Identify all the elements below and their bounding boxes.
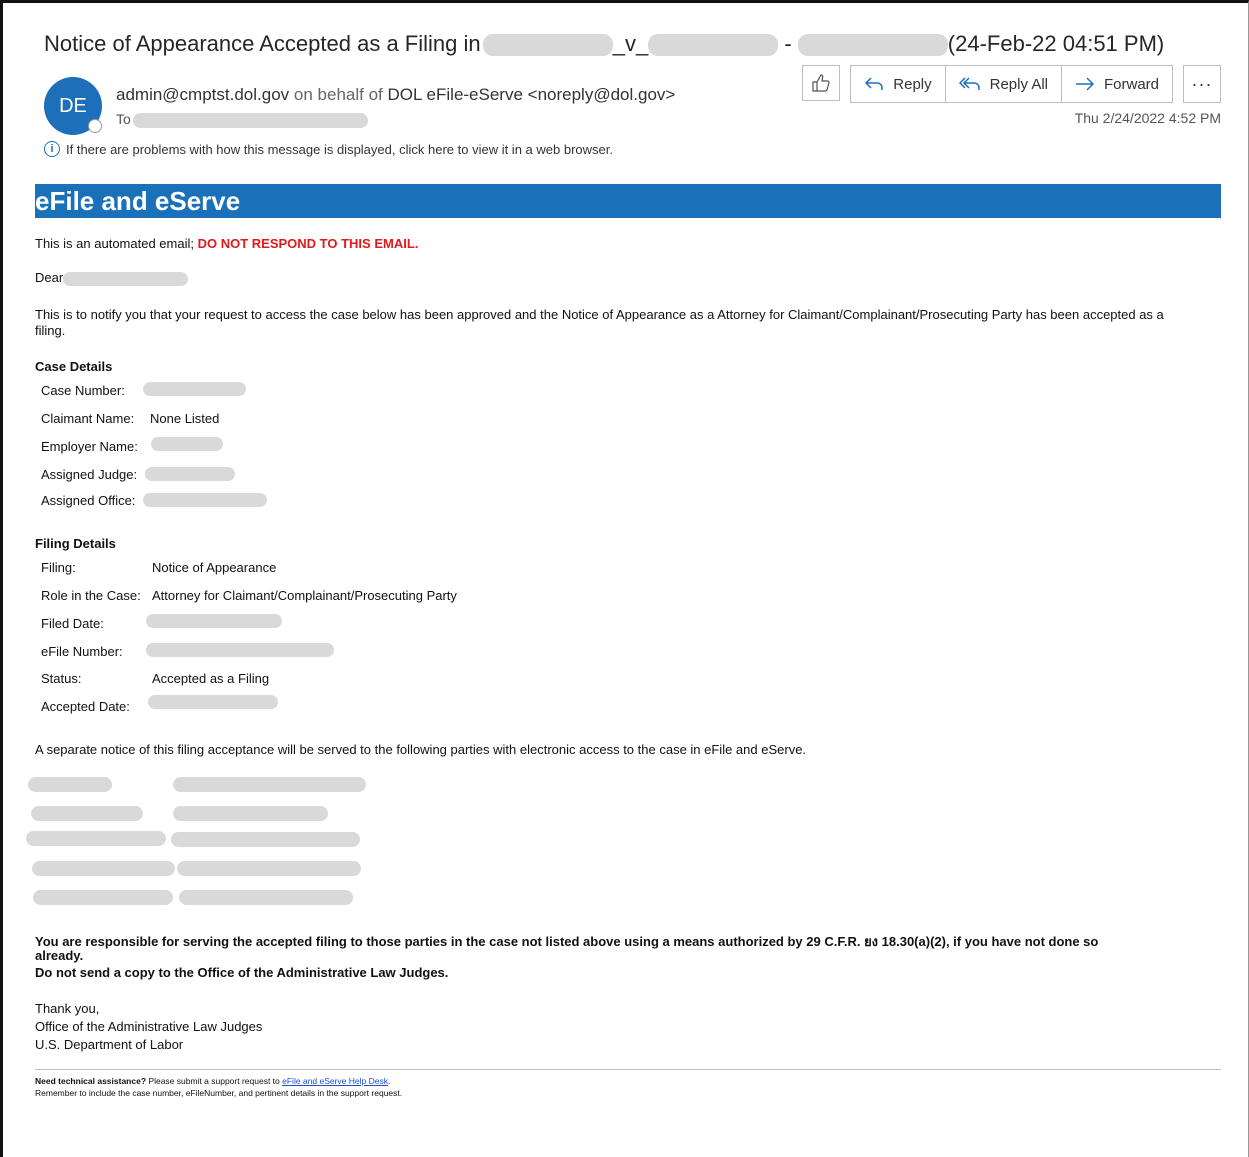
redacted-recipient-name — [63, 271, 189, 286]
redacted-case-number-value — [143, 382, 246, 396]
filed-date-label: Filed Date: — [41, 616, 104, 631]
redacted-recipient[interactable] — [132, 112, 368, 128]
redacted-accepted-date — [148, 695, 278, 709]
like-button[interactable] — [802, 65, 841, 101]
forward-arrow-icon — [1075, 77, 1095, 91]
forward-button[interactable]: Forward — [1062, 66, 1172, 102]
thumbs-up-icon — [812, 74, 830, 92]
to-label: To — [116, 111, 131, 127]
redacted-filed-date — [146, 614, 282, 628]
subject-mid2: - — [784, 31, 792, 56]
status-value: Accepted as a Filing — [152, 671, 270, 686]
redacted-party-name — [33, 890, 173, 905]
reply-all-button[interactable]: Reply All — [946, 66, 1062, 102]
office-name: Office of the Administrative Law Judges — [35, 1019, 263, 1034]
display-problem-notice[interactable]: i If there are problems with how this me… — [44, 141, 613, 157]
tech-assistance-line: Need technical assistance? Please submit… — [35, 1076, 390, 1086]
notify-line-1: This is to notify you that your request … — [35, 307, 1164, 322]
reply-button[interactable]: Reply — [851, 66, 946, 102]
case-number-label: Case Number: — [41, 383, 125, 398]
automated-text: This is an automated email; — [35, 236, 194, 251]
reply-all-label: Reply All — [989, 75, 1048, 93]
filing-details-heading: Filing Details — [35, 536, 116, 551]
redacted-party-email — [171, 832, 360, 847]
more-icon: ··· — [1191, 73, 1213, 94]
role-label: Role in the Case: — [41, 588, 141, 603]
submit-text: Please submit a support request to — [148, 1076, 280, 1086]
received-date: Thu 2/24/2022 4:52 PM — [1074, 110, 1221, 126]
redacted-efile-number — [146, 643, 334, 657]
footer-divider — [35, 1069, 1221, 1070]
efile-banner: eFile and eServe — [35, 184, 1221, 218]
reply-all-arrow-icon — [958, 77, 980, 90]
redacted-assigned-office — [143, 493, 267, 507]
claimant-name-label: Claimant Name: — [41, 411, 135, 426]
department-name: U.S. Department of Labor — [35, 1037, 184, 1052]
info-text: If there are problems with how this mess… — [66, 141, 613, 157]
info-icon: i — [44, 141, 60, 157]
redacted-party-name — [28, 777, 112, 792]
automated-notice: This is an automated email; DO NOT RESPO… — [35, 236, 418, 251]
redacted-case-number — [797, 34, 948, 57]
case-details-heading: Case Details — [35, 359, 113, 374]
reply-arrow-icon — [865, 77, 884, 90]
redacted-employer-name — [151, 437, 223, 451]
efile-number-label: eFile Number: — [41, 644, 123, 659]
reply-label: Reply — [893, 75, 932, 93]
filing-label: Filing: — [41, 560, 76, 575]
reply-button-group: Reply Reply All Forward — [850, 65, 1173, 103]
redacted-party-email — [179, 890, 353, 905]
thank-you: Thank you, — [35, 1001, 100, 1016]
recipient-line: To — [116, 111, 368, 128]
accepted-date-label: Accepted Date: — [41, 699, 130, 714]
subject-suffix: (24-Feb-22 04:51 PM) — [947, 31, 1165, 56]
sender-address[interactable]: admin@cmptst.dol.gov — [116, 85, 289, 104]
forward-label: Forward — [1103, 75, 1159, 93]
sender-name[interactable]: DOL eFile-eServe <noreply@dol.gov> — [388, 85, 676, 104]
assigned-judge-label: Assigned Judge: — [41, 467, 138, 482]
salutation: Dear — [35, 270, 189, 286]
redacted-party-name — [32, 861, 175, 876]
redacted-party-name — [26, 831, 166, 846]
role-value: Attorney for Claimant/Complainant/Prosec… — [152, 588, 457, 603]
subject-prefix: Notice of Appearance Accepted as a Filin… — [44, 31, 481, 56]
need-help-text: Need technical assistance? — [35, 1076, 147, 1086]
period-text: . — [387, 1076, 391, 1086]
redacted-assigned-judge — [145, 467, 235, 481]
remember-line: Remember to include the case number, eFi… — [35, 1088, 403, 1098]
help-desk-link[interactable]: eFile and eServe Help Desk — [282, 1076, 388, 1086]
do-not-respond-warning: DO NOT RESPOND TO THIS EMAIL. — [197, 236, 419, 251]
assigned-office-label: Assigned Office: — [41, 493, 136, 508]
message-actions: Reply Reply All Forward ··· — [802, 65, 1221, 103]
subject-mid1: _v_ — [612, 31, 649, 56]
redacted-party-email — [173, 806, 328, 821]
filing-value: Notice of Appearance — [152, 560, 277, 575]
email-window: Notice of Appearance Accepted as a Filin… — [0, 0, 1249, 1157]
dear-text: Dear — [35, 270, 64, 285]
notify-line-2: filing. — [35, 323, 66, 338]
employer-name-label: Employer Name: — [41, 439, 138, 454]
more-actions-button[interactable]: ··· — [1183, 65, 1221, 103]
on-behalf-text: on behalf of — [293, 85, 383, 104]
email-subject: Notice of Appearance Accepted as a Filin… — [44, 31, 1164, 57]
claimant-name-value: None Listed — [150, 411, 220, 426]
redacted-party-name — [31, 806, 143, 821]
responsible-line-1: You are responsible for serving the acce… — [35, 934, 1099, 949]
status-label: Status: — [41, 671, 82, 686]
sender-line: admin@cmptst.dol.gov on behalf of DOL eF… — [116, 85, 675, 105]
do-not-send-notice: Do not send a copy to the Office of the … — [35, 965, 449, 980]
redacted-party-email — [177, 861, 361, 876]
responsible-line-2: already. — [35, 948, 84, 963]
redacted-case-party — [482, 34, 613, 57]
avatar-initials: DE — [59, 94, 87, 117]
redacted-case-party-2 — [648, 34, 779, 57]
separate-notice: A separate notice of this filing accepta… — [35, 742, 807, 757]
presence-status-icon — [88, 119, 102, 133]
redacted-party-email — [173, 777, 366, 792]
